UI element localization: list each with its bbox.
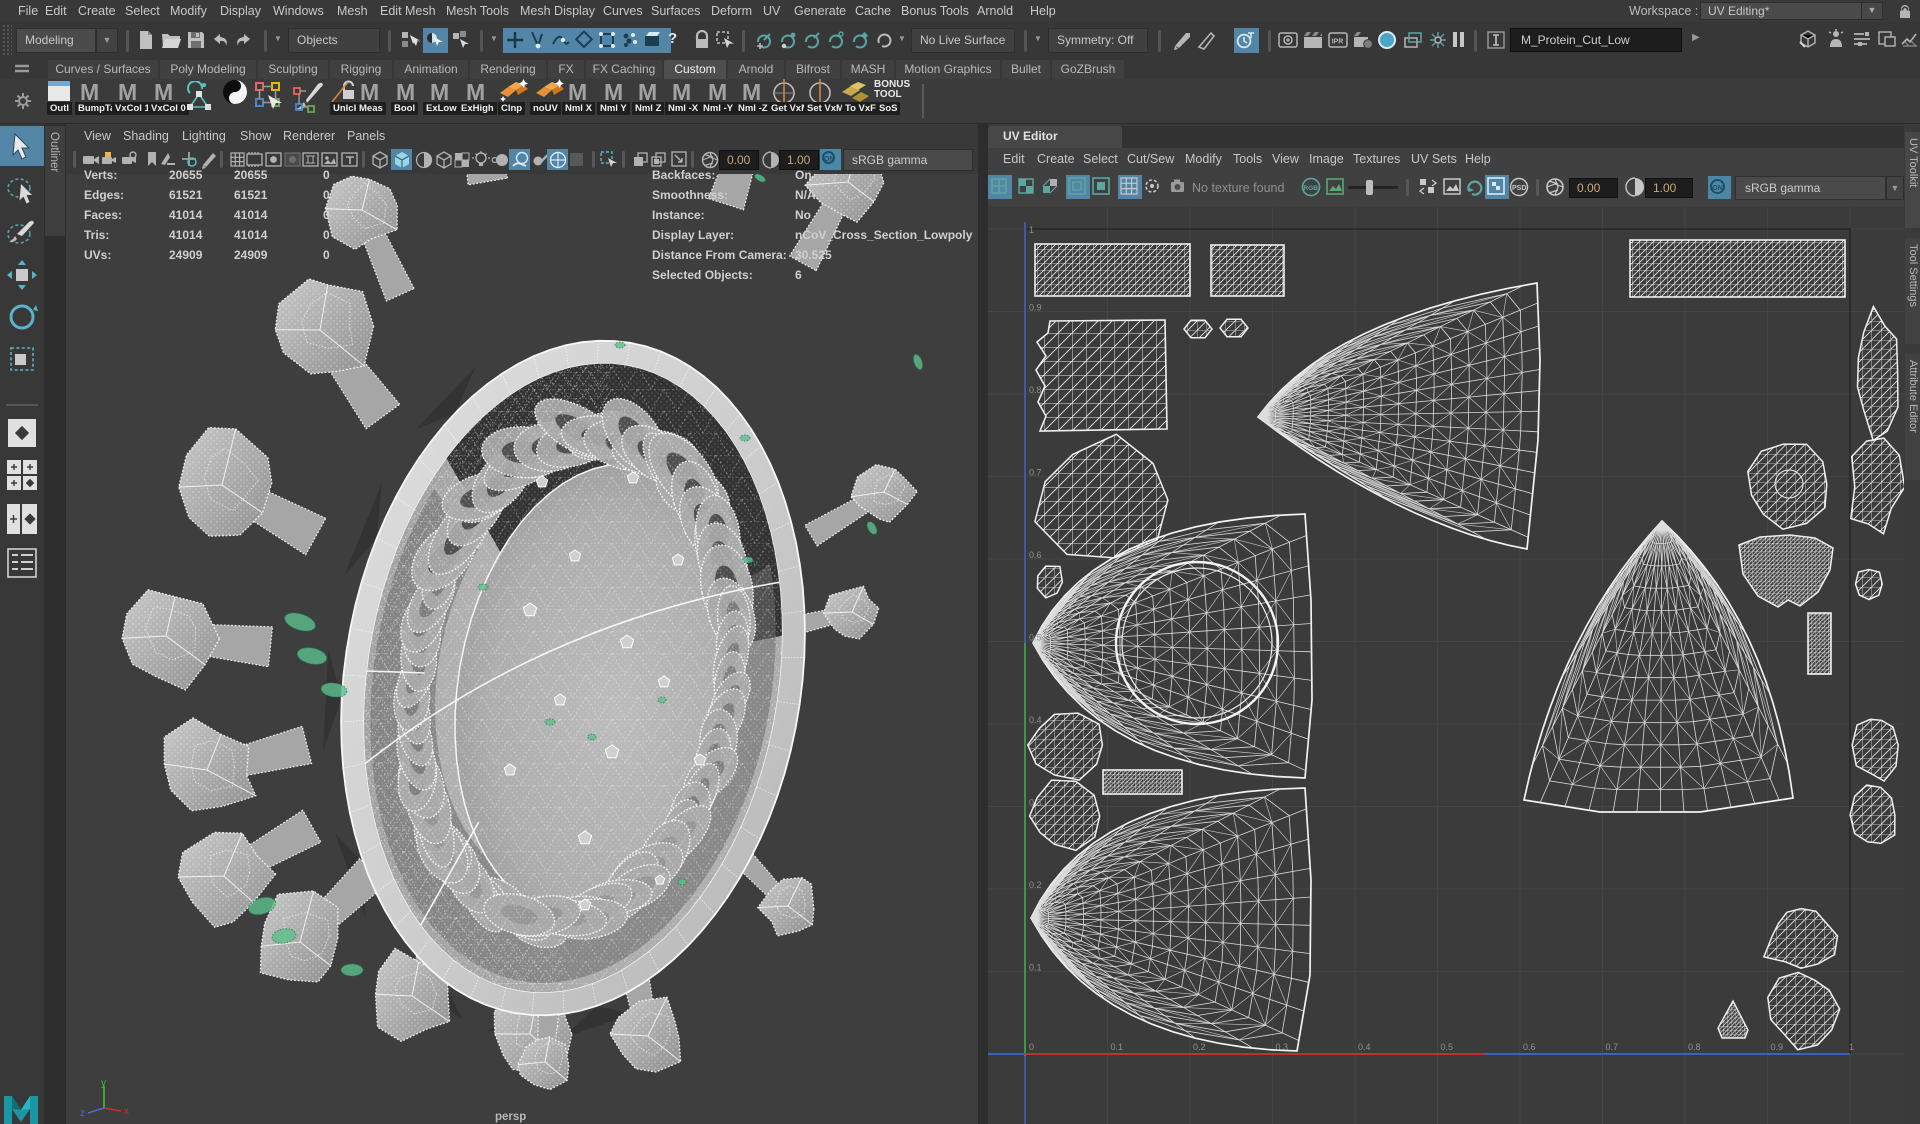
svg-text:1: 1 [1029,225,1034,235]
svg-text:0.5: 0.5 [1441,1042,1454,1052]
svg-text:PSD: PSD [1512,185,1526,192]
svg-text:0.2: 0.2 [1193,1042,1206,1052]
svg-text:x: x [124,1106,129,1117]
svg-text:0.6: 0.6 [1523,1042,1536,1052]
svg-text:IPR: IPR [1332,39,1344,46]
svg-text:0: 0 [1029,1042,1034,1052]
svg-text:0.6: 0.6 [1029,550,1042,560]
svg-text:0.4: 0.4 [1358,1042,1371,1052]
svg-text:0.9: 0.9 [1771,1042,1784,1052]
svg-text:0.4: 0.4 [1029,715,1042,725]
svg-text:RGB: RGB [1304,185,1319,192]
svg-text:0.1: 0.1 [1111,1042,1124,1052]
svg-text:0.3: 0.3 [1276,1042,1289,1052]
svg-text:y: y [101,1080,106,1089]
svg-text:0.2: 0.2 [1029,880,1042,890]
svg-text:0.9: 0.9 [1029,303,1042,313]
svg-text:0.7: 0.7 [1029,468,1042,478]
svg-text:0.1: 0.1 [1029,963,1042,973]
svg-text:0.5: 0.5 [1029,633,1042,643]
svg-text:0.8: 0.8 [1029,385,1042,395]
svg-text:0.7: 0.7 [1606,1042,1619,1052]
svg-text:0.3: 0.3 [1029,798,1042,808]
svg-text:1: 1 [1849,1042,1854,1052]
svg-text:0.8: 0.8 [1688,1042,1701,1052]
svg-text:z: z [80,1108,85,1119]
